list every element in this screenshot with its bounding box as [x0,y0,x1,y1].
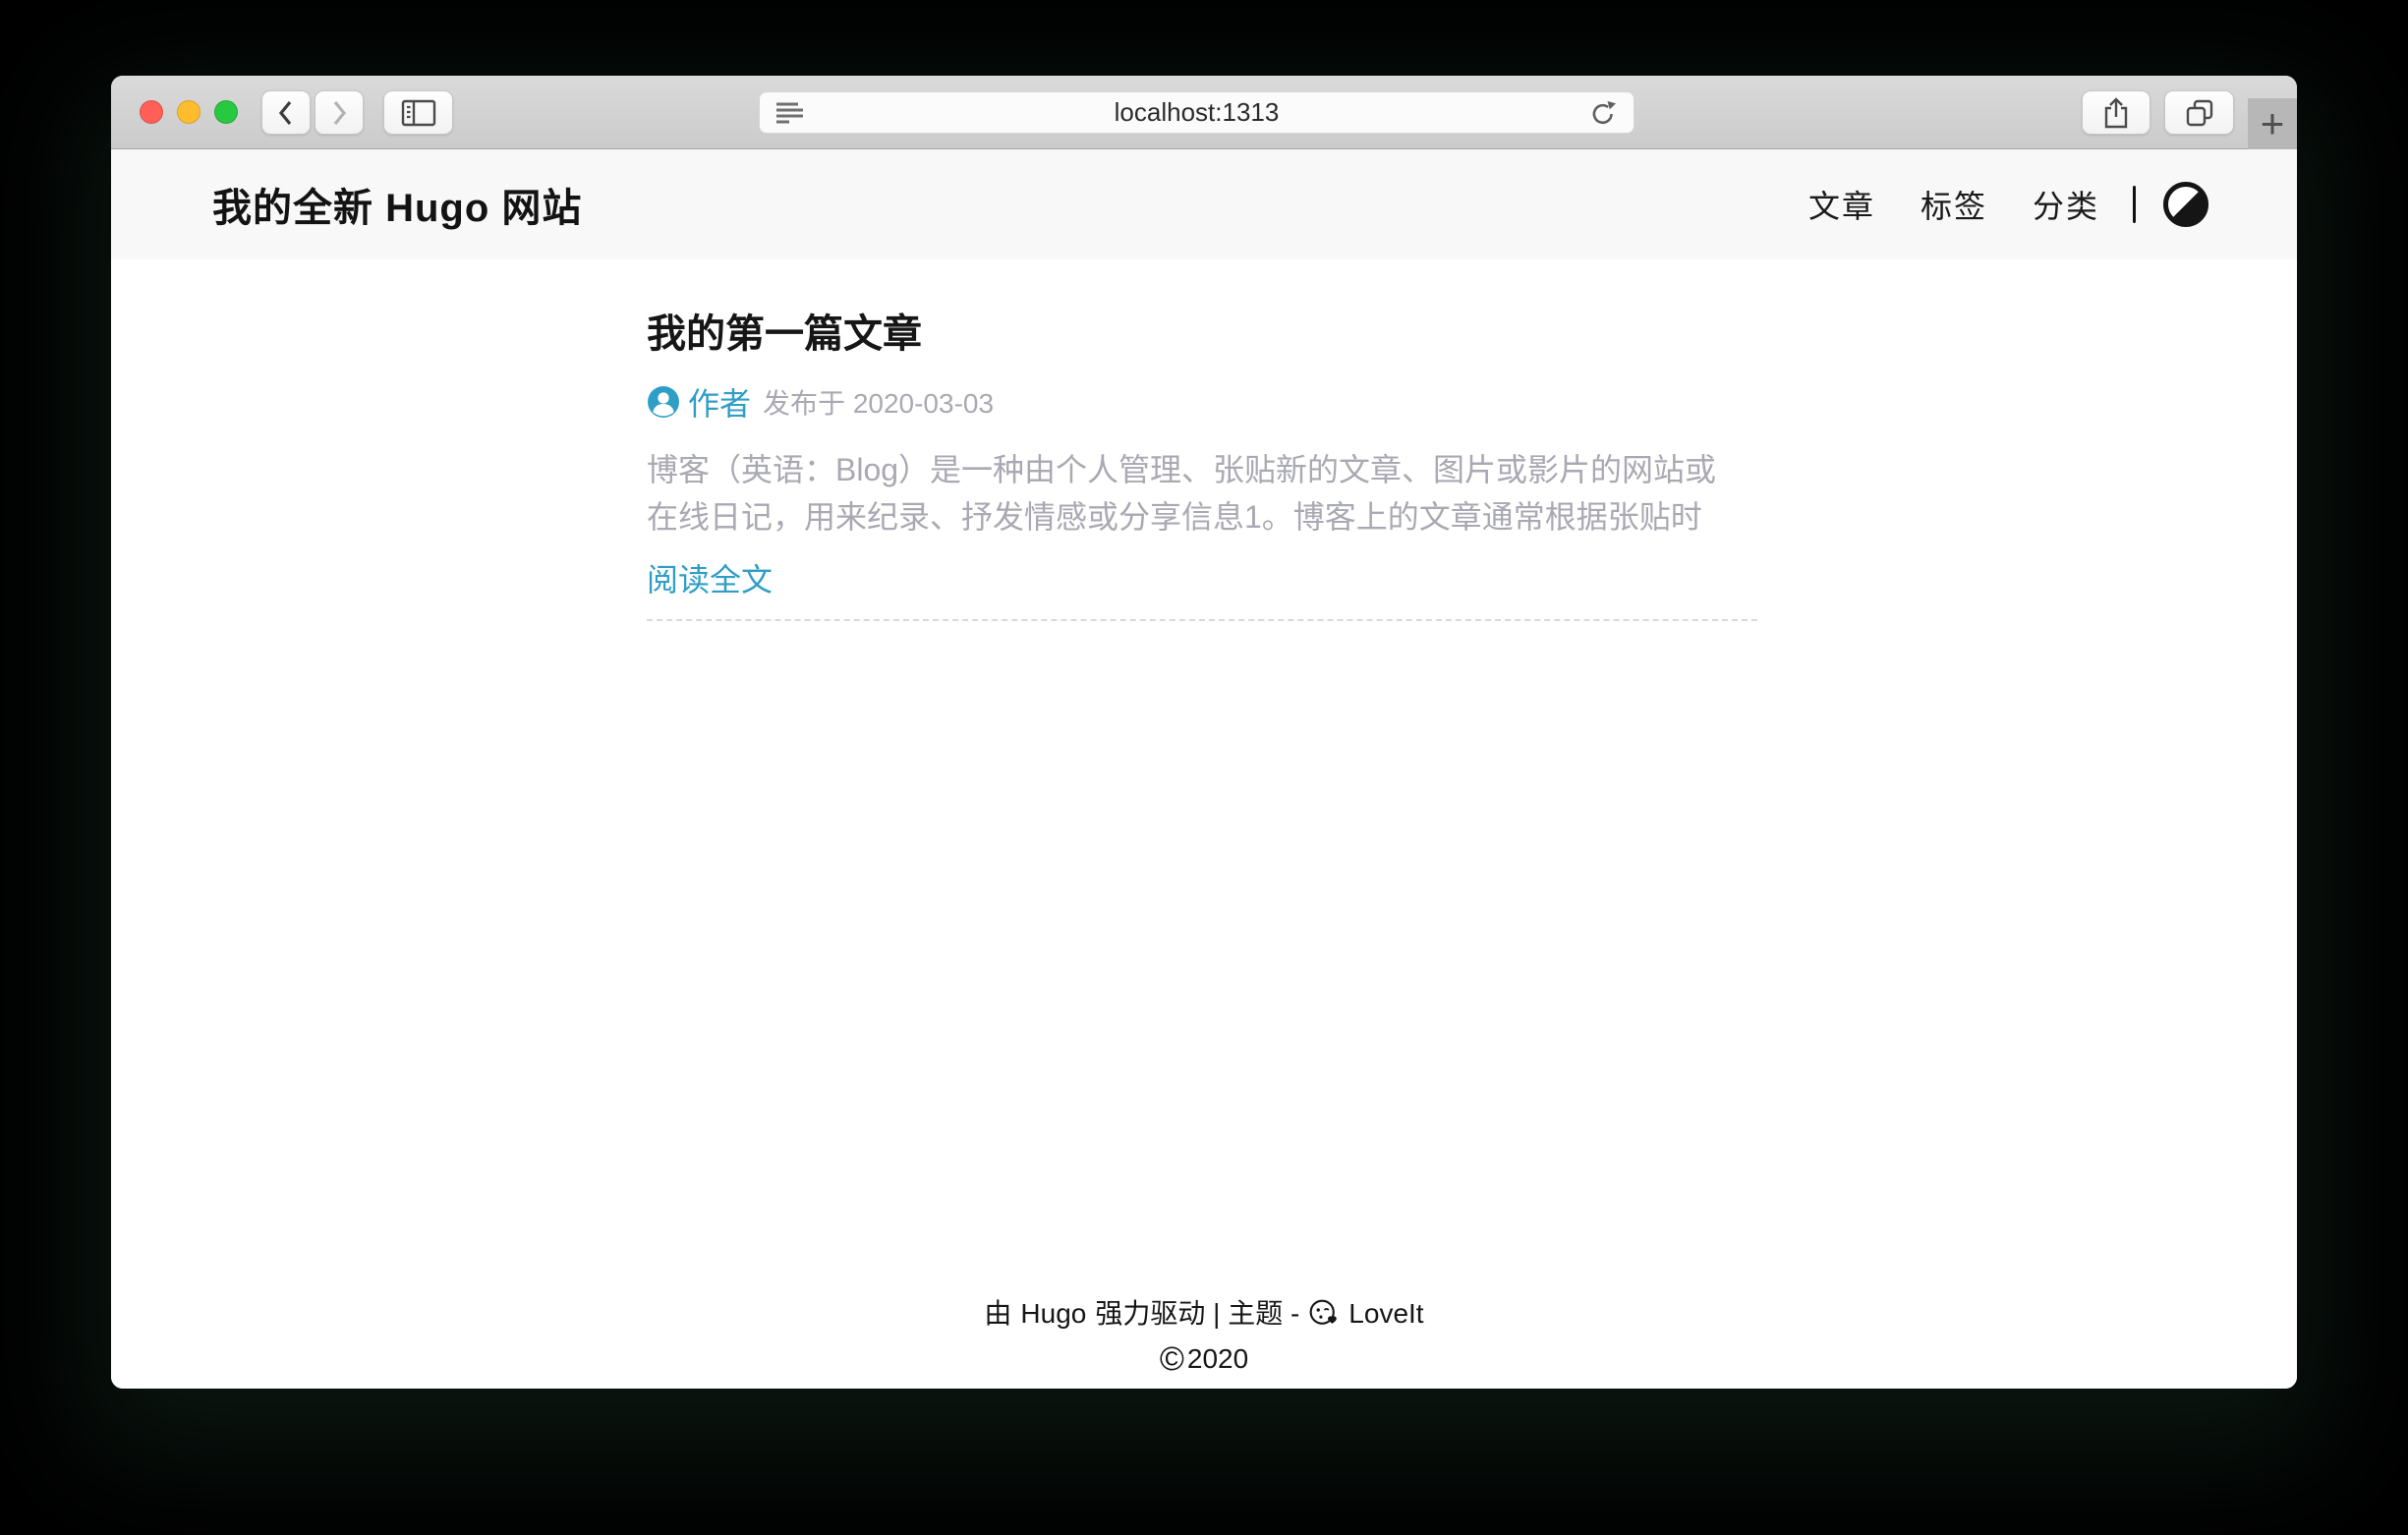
nav-item-posts[interactable]: 文章 [1808,182,1875,227]
post-meta: 作者 发布于 2020-03-03 [647,379,1757,425]
theme-toggle-icon[interactable] [2163,182,2208,227]
nav-item-tags[interactable]: 标签 [1921,182,1987,227]
read-more-link[interactable]: 阅读全文 [647,556,773,603]
new-tab-button[interactable]: + [2248,98,2297,149]
zoom-window-button[interactable] [214,100,238,124]
address-bar[interactable]: localhost:1313 [759,91,1634,134]
reader-icon[interactable] [775,101,805,125]
browser-toolbar: localhost:1313 [111,76,2297,149]
close-window-button[interactable] [140,100,163,124]
chevron-left-icon [276,98,296,128]
author-link[interactable]: 作者 [647,379,751,425]
summary-line: 在线日记，用来纪录、抒发情感或分享信息1。博客上的文章通常根据张贴时 [647,493,1757,540]
chevron-right-icon [329,98,349,128]
screenshot-stage: localhost:1313 [0,0,2408,1535]
url-text: localhost:1313 [760,97,1634,128]
reload-icon[interactable] [1588,98,1618,128]
copyright-year: 2020 [1187,1342,1248,1376]
forward-button[interactable] [315,90,364,135]
publish-date: 2020-03-03 [853,388,994,419]
footer-copyright-line: © 2020 [111,1342,2297,1376]
footer-text: 强力驱动 | 主题 - [1095,1297,1299,1331]
post-summary-card: 我的第一篇文章 作者 发布于 [647,259,1757,621]
publish-info: 发布于 2020-03-03 [763,382,994,422]
sidebar-toggle-button[interactable] [383,90,453,135]
nav-item-categories[interactable]: 分类 [2033,182,2099,227]
plus-icon: + [2261,103,2285,144]
user-circle-icon [647,385,680,419]
tabs-icon [2185,98,2214,128]
theme-link[interactable]: LoveIt [1348,1297,1423,1331]
sidebar-icon [401,99,436,127]
show-tabs-button[interactable] [2164,90,2234,135]
site-title-link[interactable]: 我的全新 Hugo 网站 [212,176,582,233]
site-footer: 由 Hugo 强力驱动 | 主题 - LoveIt © 2020 [111,1297,2297,1376]
hugo-link[interactable]: Hugo [1020,1297,1086,1331]
author-name: 作者 [688,379,751,425]
copyright-icon: © [1160,1342,1184,1376]
back-button[interactable] [261,90,311,135]
window-controls [140,100,238,124]
page-content: 我的第一篇文章 作者 发布于 [111,259,2297,1389]
summary-line: 博客（英语：Blog）是一种由个人管理、张贴新的文章、图片或影片的网站或 [647,446,1757,493]
post-title-link[interactable]: 我的第一篇文章 [647,311,1757,358]
footer-text: 由 [984,1297,1011,1331]
post-summary: 博客（英语：Blog）是一种由个人管理、张贴新的文章、图片或影片的网站或 在线日… [647,446,1757,540]
share-button[interactable] [2082,90,2150,135]
footer-powered-line: 由 Hugo 强力驱动 | 主题 - LoveIt [984,1297,1423,1331]
nav-separator [2133,186,2136,223]
kiss-wink-heart-icon [1308,1298,1340,1330]
site-header: 我的全新 Hugo 网站 文章 标签 分类 [111,149,2297,259]
minimize-window-button[interactable] [177,100,201,124]
post-divider [647,619,1757,621]
safari-window: localhost:1313 [111,76,2297,1389]
share-icon [2102,96,2130,130]
main-nav: 文章 标签 分类 [1763,182,2208,227]
